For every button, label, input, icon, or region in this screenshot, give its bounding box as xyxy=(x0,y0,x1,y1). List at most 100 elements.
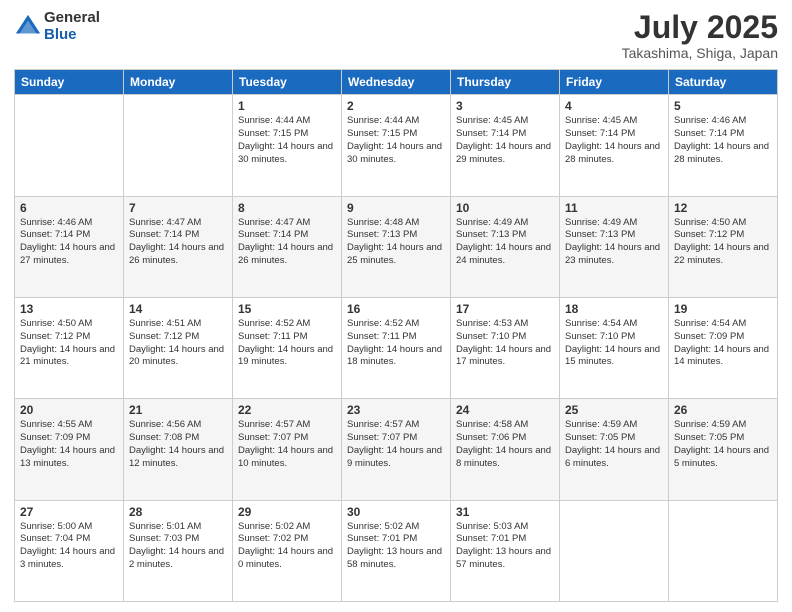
table-cell: 7Sunrise: 4:47 AM Sunset: 7:14 PM Daylig… xyxy=(124,196,233,297)
header-saturday: Saturday xyxy=(669,70,778,95)
calendar-table: Sunday Monday Tuesday Wednesday Thursday… xyxy=(14,69,778,602)
header-monday: Monday xyxy=(124,70,233,95)
header-sunday: Sunday xyxy=(15,70,124,95)
day-number: 15 xyxy=(238,302,336,316)
day-number: 3 xyxy=(456,99,554,113)
table-cell: 23 Sunrise: 4:57 AM Sunset: 7:07 PM Dayli… xyxy=(342,399,451,500)
day-info: Sunrise: 4:49 AM Sunset: 7:13 PM Dayligh… xyxy=(456,217,554,268)
table-cell: 1Sunrise: 4:44 AM Sunset: 7:15 PM Daylig… xyxy=(233,95,342,196)
table-cell: 2 Sunrise: 4:44 AM Sunset: 7:15 PM Daylig… xyxy=(342,95,451,196)
day-number: 19 xyxy=(674,302,772,316)
day-info: Sunrise: 4:52 AM Sunset: 7:11 PM Dayligh… xyxy=(347,318,445,369)
table-cell xyxy=(15,95,124,196)
table-cell: 16 Sunrise: 4:52 AM Sunset: 7:11 PM Dayli… xyxy=(342,297,451,398)
day-number: 26 xyxy=(674,403,772,417)
page: General Blue July 2025 Takashima, Shiga,… xyxy=(0,0,792,612)
week-row-2: 13 Sunrise: 4:50 AM Sunset: 7:12 PM Dayli… xyxy=(15,297,778,398)
day-number: 30 xyxy=(347,505,445,519)
table-cell: 29 Sunrise: 5:02 AM Sunset: 7:02 PM Dayli… xyxy=(233,500,342,601)
table-cell: 9 Sunrise: 4:48 AM Sunset: 7:13 PM Daylig… xyxy=(342,196,451,297)
day-number: 20 xyxy=(20,403,118,417)
table-cell: 22 Sunrise: 4:57 AM Sunset: 7:07 PM Dayli… xyxy=(233,399,342,500)
day-number: 22 xyxy=(238,403,336,417)
day-info: Sunrise: 5:02 AM Sunset: 7:01 PM Dayligh… xyxy=(347,521,445,572)
logo-blue-text: Blue xyxy=(44,27,100,44)
logo-icon xyxy=(14,13,42,41)
day-info: Sunrise: 4:50 AM Sunset: 7:12 PM Dayligh… xyxy=(20,318,118,369)
table-cell xyxy=(124,95,233,196)
day-info: Sunrise: 4:58 AM Sunset: 7:06 PM Dayligh… xyxy=(456,419,554,470)
day-info: Sunrise: 5:02 AM Sunset: 7:02 PM Dayligh… xyxy=(238,521,336,572)
day-number: 17 xyxy=(456,302,554,316)
week-row-0: 1 Sunrise: 4:44 AM Sunset: 7:15 PM Daylig… xyxy=(15,95,778,196)
table-cell: 6 Sunrise: 4:46 AM Sunset: 7:14 PM Daylig… xyxy=(15,196,124,297)
day-info: Sunrise: 4:49 AM Sunset: 7:13 PM Dayligh… xyxy=(565,217,663,268)
logo-text: General Blue xyxy=(44,10,100,43)
day-info: Sunrise: 4:46 AM Sunset: 7:14 PM Dayligh… xyxy=(674,115,772,166)
day-number: 25 xyxy=(565,403,663,417)
table-cell: 18Sunrise: 4:54 AM Sunset: 7:10 PM Dayli… xyxy=(560,297,669,398)
day-number: 12 xyxy=(674,201,772,215)
day-info: Sunrise: 4:59 AM Sunset: 7:05 PM Dayligh… xyxy=(565,419,663,470)
location: Takashima, Shiga, Japan xyxy=(622,45,778,61)
table-cell: 21Sunrise: 4:56 AM Sunset: 7:08 PM Dayli… xyxy=(124,399,233,500)
day-info: Sunrise: 4:48 AM Sunset: 7:13 PM Dayligh… xyxy=(347,217,445,268)
day-number: 1 xyxy=(238,99,336,113)
day-info: Sunrise: 4:55 AM Sunset: 7:09 PM Dayligh… xyxy=(20,419,118,470)
logo: General Blue xyxy=(14,10,100,43)
day-info: Sunrise: 4:45 AM Sunset: 7:14 PM Dayligh… xyxy=(456,115,554,166)
day-info: Sunrise: 4:45 AM Sunset: 7:14 PM Dayligh… xyxy=(565,115,663,166)
week-row-1: 6 Sunrise: 4:46 AM Sunset: 7:14 PM Daylig… xyxy=(15,196,778,297)
day-info: Sunrise: 4:44 AM Sunset: 7:15 PM Dayligh… xyxy=(347,115,445,166)
table-cell: 13 Sunrise: 4:50 AM Sunset: 7:12 PM Dayli… xyxy=(15,297,124,398)
day-info: Sunrise: 5:03 AM Sunset: 7:01 PM Dayligh… xyxy=(456,521,554,572)
table-cell: 24Sunrise: 4:58 AM Sunset: 7:06 PM Dayli… xyxy=(451,399,560,500)
day-info: Sunrise: 4:57 AM Sunset: 7:07 PM Dayligh… xyxy=(347,419,445,470)
day-number: 18 xyxy=(565,302,663,316)
header-thursday: Thursday xyxy=(451,70,560,95)
day-number: 7 xyxy=(129,201,227,215)
day-number: 2 xyxy=(347,99,445,113)
table-cell: 20 Sunrise: 4:55 AM Sunset: 7:09 PM Dayli… xyxy=(15,399,124,500)
weekday-header-row: Sunday Monday Tuesday Wednesday Thursday… xyxy=(15,70,778,95)
table-cell: 15 Sunrise: 4:52 AM Sunset: 7:11 PM Dayli… xyxy=(233,297,342,398)
day-info: Sunrise: 5:00 AM Sunset: 7:04 PM Dayligh… xyxy=(20,521,118,572)
day-number: 28 xyxy=(129,505,227,519)
day-info: Sunrise: 4:47 AM Sunset: 7:14 PM Dayligh… xyxy=(238,217,336,268)
day-number: 5 xyxy=(674,99,772,113)
day-info: Sunrise: 4:52 AM Sunset: 7:11 PM Dayligh… xyxy=(238,318,336,369)
table-cell: 31 Sunrise: 5:03 AM Sunset: 7:01 PM Dayli… xyxy=(451,500,560,601)
day-info: Sunrise: 4:56 AM Sunset: 7:08 PM Dayligh… xyxy=(129,419,227,470)
day-info: Sunrise: 4:46 AM Sunset: 7:14 PM Dayligh… xyxy=(20,217,118,268)
table-cell: 14Sunrise: 4:51 AM Sunset: 7:12 PM Dayli… xyxy=(124,297,233,398)
table-cell: 11 Sunrise: 4:49 AM Sunset: 7:13 PM Dayli… xyxy=(560,196,669,297)
day-number: 27 xyxy=(20,505,118,519)
table-cell: 17 Sunrise: 4:53 AM Sunset: 7:10 PM Dayli… xyxy=(451,297,560,398)
table-cell: 12 Sunrise: 4:50 AM Sunset: 7:12 PM Dayli… xyxy=(669,196,778,297)
day-number: 6 xyxy=(20,201,118,215)
table-cell: 5 Sunrise: 4:46 AM Sunset: 7:14 PM Daylig… xyxy=(669,95,778,196)
day-info: Sunrise: 4:53 AM Sunset: 7:10 PM Dayligh… xyxy=(456,318,554,369)
header-friday: Friday xyxy=(560,70,669,95)
day-number: 11 xyxy=(565,201,663,215)
table-cell: 8Sunrise: 4:47 AM Sunset: 7:14 PM Daylig… xyxy=(233,196,342,297)
week-row-3: 20 Sunrise: 4:55 AM Sunset: 7:09 PM Dayli… xyxy=(15,399,778,500)
header: General Blue July 2025 Takashima, Shiga,… xyxy=(14,10,778,61)
day-number: 14 xyxy=(129,302,227,316)
table-cell: 26Sunrise: 4:59 AM Sunset: 7:05 PM Dayli… xyxy=(669,399,778,500)
day-number: 16 xyxy=(347,302,445,316)
day-info: Sunrise: 4:50 AM Sunset: 7:12 PM Dayligh… xyxy=(674,217,772,268)
logo-general-text: General xyxy=(44,10,100,27)
header-tuesday: Tuesday xyxy=(233,70,342,95)
day-number: 29 xyxy=(238,505,336,519)
day-number: 31 xyxy=(456,505,554,519)
header-wednesday: Wednesday xyxy=(342,70,451,95)
day-number: 23 xyxy=(347,403,445,417)
day-number: 13 xyxy=(20,302,118,316)
month-title: July 2025 xyxy=(622,10,778,45)
table-cell: 19Sunrise: 4:54 AM Sunset: 7:09 PM Dayli… xyxy=(669,297,778,398)
table-cell: 30 Sunrise: 5:02 AM Sunset: 7:01 PM Dayli… xyxy=(342,500,451,601)
day-number: 9 xyxy=(347,201,445,215)
day-info: Sunrise: 4:57 AM Sunset: 7:07 PM Dayligh… xyxy=(238,419,336,470)
table-cell: 4Sunrise: 4:45 AM Sunset: 7:14 PM Daylig… xyxy=(560,95,669,196)
